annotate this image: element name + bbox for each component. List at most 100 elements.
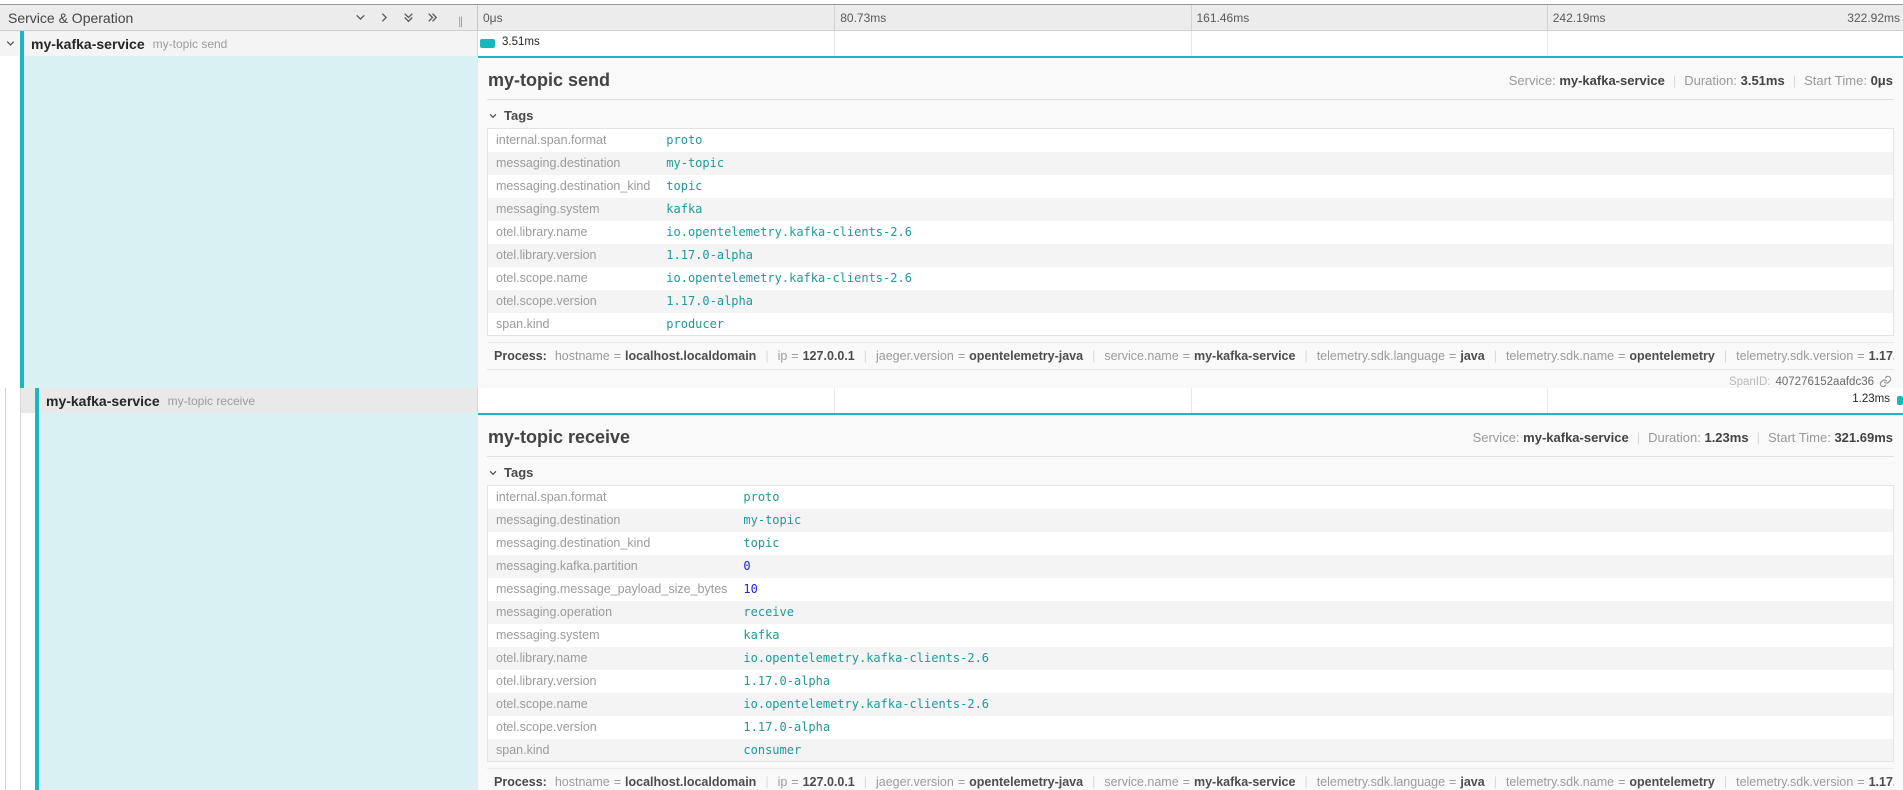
tag-row: messaging.destinationmy-topic (488, 152, 1894, 175)
tag-value: proto (735, 486, 1893, 509)
span-detail-title: my-topic send (488, 68, 1509, 92)
span-duration-bar[interactable] (480, 39, 495, 48)
span-detail-meta: Service: my-kafka-service|Duration: 1.23… (1473, 425, 1893, 445)
expand-one-icon[interactable] (426, 11, 439, 24)
collapse-all-icon[interactable] (354, 11, 367, 24)
process-key: telemetry.sdk.name (1506, 775, 1614, 789)
process-key: hostname (555, 775, 610, 789)
tag-key: messaging.system (488, 624, 736, 647)
tag-key: otel.scope.version (488, 290, 659, 313)
duration-value: 1.23ms (1704, 430, 1748, 445)
operation-name: my-topic receive (168, 394, 255, 408)
tag-row: messaging.destinationmy-topic (488, 509, 1894, 532)
span-duration-bar[interactable] (1897, 396, 1903, 405)
duration-label: Duration: (1648, 430, 1701, 445)
tag-row: messaging.message_payload_size_bytes10 (488, 578, 1894, 601)
tag-value: my-topic (658, 152, 1893, 175)
deep-link-icon[interactable] (1879, 375, 1892, 388)
span-name-cell[interactable]: my-kafka-service my-topic receive (0, 388, 478, 413)
tag-key: otel.library.version (488, 670, 736, 693)
tag-key: otel.library.version (488, 244, 659, 267)
tag-row: otel.scope.version1.17.0-alpha (488, 290, 1894, 313)
tag-value: 1.17.0-alpha (735, 670, 1893, 693)
gridline (1191, 388, 1192, 413)
span-name-cell[interactable]: my-kafka-service my-topic send (0, 31, 478, 56)
start-time-label: Start Time: (1804, 73, 1867, 88)
tag-value: io.opentelemetry.kafka-clients-2.6 (658, 221, 1893, 244)
chevron-down-icon (488, 111, 498, 121)
span-timeline-cell[interactable]: 3.51ms (478, 31, 1903, 56)
process-label: Process: (494, 349, 547, 363)
tags-table: internal.span.formatproto messaging.dest… (487, 128, 1894, 336)
tag-key: otel.library.name (488, 221, 659, 244)
span-row: my-kafka-service my-topic receive 1.23ms (0, 388, 1903, 413)
process-value: localhost.localdomain (625, 349, 756, 363)
tags-accordion-header[interactable]: Tags (487, 457, 1894, 485)
tag-key: messaging.kafka.partition (488, 555, 736, 578)
process-key: jaeger.version (876, 349, 954, 363)
process-value: my-kafka-service (1194, 775, 1295, 789)
chevron-down-icon (488, 468, 498, 478)
span-id-label: SpanID: (1729, 376, 1771, 388)
process-key: telemetry.sdk.name (1506, 349, 1614, 363)
process-key: ip (778, 775, 788, 789)
tag-row: span.kindconsumer (488, 739, 1894, 762)
service-label: Service: (1473, 430, 1520, 445)
tree-guide-line (20, 413, 21, 790)
tag-row: otel.library.nameio.opentelemetry.kafka-… (488, 647, 1894, 670)
service-name: my-kafka-service (46, 393, 160, 409)
expand-all-icon[interactable] (402, 11, 415, 24)
span-duration-label: 1.23ms (1852, 393, 1890, 405)
tag-row: messaging.operationreceive (488, 601, 1894, 624)
span-detail-meta: Service: my-kafka-service|Duration: 3.51… (1509, 68, 1893, 88)
process-value: localhost.localdomain (625, 775, 756, 789)
tick-label: 0μs (478, 5, 503, 30)
indent-spacer (0, 56, 20, 388)
tag-value: topic (735, 532, 1893, 555)
span-detail-header[interactable]: my-topic receive Service: my-kafka-servi… (487, 415, 1894, 457)
tag-row: messaging.systemkafka (488, 198, 1894, 221)
tag-value: topic (658, 175, 1893, 198)
tag-row: messaging.systemkafka (488, 624, 1894, 647)
tags-accordion-header[interactable]: Tags (487, 100, 1894, 128)
expanded-accent[interactable] (39, 413, 478, 790)
tick-label: 161.46ms (1191, 5, 1250, 30)
tick-label: 80.73ms (834, 5, 886, 30)
process-key: service.name (1104, 349, 1178, 363)
tag-key: span.kind (488, 313, 659, 336)
column-resize-handle[interactable]: ▕▏ (453, 17, 469, 30)
tag-key: otel.library.name (488, 647, 736, 670)
operation-name: my-topic send (153, 37, 228, 51)
span-id-value: 407276152aafdc36 (1776, 376, 1875, 388)
process-value: 1.17.0 (1869, 775, 1894, 789)
tag-value: io.opentelemetry.kafka-clients-2.6 (735, 693, 1893, 716)
tag-key: internal.span.format (488, 129, 659, 152)
tag-key: internal.span.format (488, 486, 736, 509)
span-detail-header[interactable]: my-topic send Service: my-kafka-service|… (487, 58, 1894, 100)
process-value: java (1460, 775, 1484, 789)
collapse-span-chevron[interactable] (0, 38, 20, 49)
tag-key: messaging.destination (488, 152, 659, 175)
process-accordion-header[interactable]: Process: hostname=localhost.localdomain|… (487, 768, 1894, 790)
tick-label: 322.92ms (1847, 5, 1900, 30)
tag-value: 1.17.0-alpha (658, 244, 1893, 267)
tag-row: otel.scope.nameio.opentelemetry.kafka-cl… (488, 693, 1894, 716)
span-timeline-cell[interactable]: 1.23ms (478, 388, 1903, 413)
chevron-down-icon (5, 38, 16, 49)
gridline (1547, 31, 1548, 56)
tag-row: messaging.kafka.partition0 (488, 555, 1894, 578)
span-detail-panel: my-topic receive Service: my-kafka-servi… (478, 413, 1903, 790)
tags-label: Tags (504, 465, 533, 480)
expanded-accent[interactable] (24, 56, 478, 388)
process-key: telemetry.sdk.language (1317, 349, 1445, 363)
process-accordion-header[interactable]: Process: hostname=localhost.localdomain|… (487, 342, 1894, 370)
collapse-one-icon[interactable] (378, 11, 391, 24)
process-value: 127.0.0.1 (803, 349, 855, 363)
tag-key: messaging.destination (488, 509, 736, 532)
tag-value: kafka (735, 624, 1893, 647)
span-duration-label: 3.51ms (502, 36, 540, 48)
trace-timeline-view: Service & Operation ▕▏ 0μs 80.73ms 161.4… (0, 0, 1903, 790)
process-label: Process: (494, 775, 547, 789)
span-detail-row: my-topic receive Service: my-kafka-servi… (0, 413, 1903, 790)
span-color-bar (35, 388, 39, 413)
